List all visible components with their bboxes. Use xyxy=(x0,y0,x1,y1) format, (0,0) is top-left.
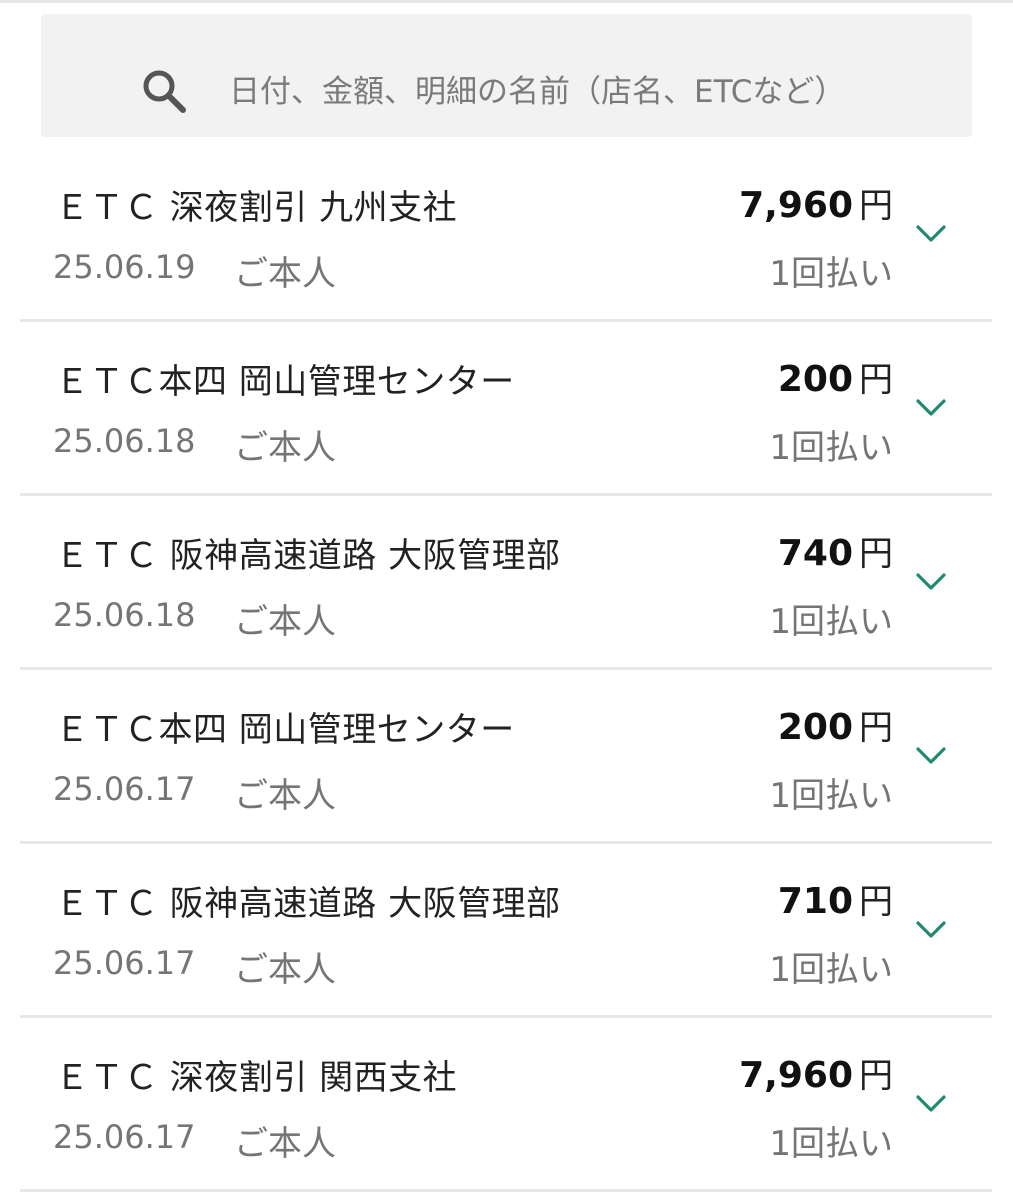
transaction-date: 25.06.17 xyxy=(53,1118,196,1156)
payment-plan: 1回払い xyxy=(769,428,893,468)
card-holder: ご本人 xyxy=(234,776,336,816)
card-holder: ご本人 xyxy=(234,1124,336,1164)
card-holder: ご本人 xyxy=(234,602,336,642)
currency-unit: 円 xyxy=(859,1056,893,1096)
transaction-date: 25.06.19 xyxy=(53,248,196,286)
chevron-down-icon[interactable] xyxy=(911,742,951,770)
merchant-name: ＥＴＣ 阪神高速道路 大阪管理部 xyxy=(55,884,561,924)
payment-plan: 1回払い xyxy=(769,950,893,990)
merchant-name: ＥＴＣ 深夜割引 関西支社 xyxy=(55,1058,458,1098)
chevron-down-icon[interactable] xyxy=(911,916,951,944)
transaction-row[interactable]: ＥＴＣ 深夜割引 九州支社 25.06.19 ご本人 7,960 円 1回払い xyxy=(0,148,1013,322)
transaction-date: 25.06.17 xyxy=(53,944,196,982)
currency-unit: 円 xyxy=(859,708,893,748)
amount: 7,960 円 xyxy=(739,1048,893,1097)
merchant-name: ＥＴＣ本四 岡山管理センター xyxy=(55,710,515,750)
transaction-date: 25.06.18 xyxy=(53,596,196,634)
card-holder: ご本人 xyxy=(234,428,336,468)
search-icon xyxy=(143,70,186,113)
amount-value: 200 xyxy=(777,359,853,400)
merchant-name: ＥＴＣ 深夜割引 九州支社 xyxy=(55,188,458,228)
chevron-down-icon[interactable] xyxy=(911,220,951,248)
currency-unit: 円 xyxy=(859,186,893,226)
merchant-name: ＥＴＣ 阪神高速道路 大阪管理部 xyxy=(55,536,561,576)
transaction-date: 25.06.17 xyxy=(53,770,196,808)
amount: 740 円 xyxy=(778,526,893,575)
payment-plan: 1回払い xyxy=(769,1124,893,1164)
currency-unit: 円 xyxy=(859,360,893,400)
merchant-name: ＥＴＣ本四 岡山管理センター xyxy=(55,362,515,402)
payment-plan: 1回払い xyxy=(769,254,893,294)
transaction-row[interactable]: ＥＴＣ 深夜割引 関西支社 25.06.17 ご本人 7,960 円 1回払い xyxy=(0,1018,1013,1192)
currency-unit: 円 xyxy=(859,882,893,922)
transaction-list: ＥＴＣ 深夜割引 九州支社 25.06.19 ご本人 7,960 円 1回払い Ｅ… xyxy=(0,148,1013,1192)
amount: 710 円 xyxy=(778,874,893,923)
search-input[interactable] xyxy=(229,64,949,120)
amount-value: 7,960 xyxy=(739,1055,853,1096)
transaction-row[interactable]: ＥＴＣ本四 岡山管理センター 25.06.17 ご本人 200 円 1回払い xyxy=(0,670,1013,844)
payment-plan: 1回払い xyxy=(769,602,893,642)
transaction-date: 25.06.18 xyxy=(53,422,196,460)
amount: 7,960 円 xyxy=(739,178,893,227)
amount-value: 7,960 xyxy=(739,185,853,226)
top-divider xyxy=(0,0,1013,3)
card-holder: ご本人 xyxy=(234,254,336,294)
transaction-row[interactable]: ＥＴＣ 阪神高速道路 大阪管理部 25.06.18 ご本人 740 円 1回払い xyxy=(0,496,1013,670)
payment-plan: 1回払い xyxy=(769,776,893,816)
amount-value: 200 xyxy=(777,707,853,748)
transaction-row[interactable]: ＥＴＣ本四 岡山管理センター 25.06.18 ご本人 200 円 1回払い xyxy=(0,322,1013,496)
search-bar[interactable] xyxy=(41,14,972,137)
chevron-down-icon[interactable] xyxy=(911,1090,951,1118)
transaction-row[interactable]: ＥＴＣ 阪神高速道路 大阪管理部 25.06.17 ご本人 710 円 1回払い xyxy=(0,844,1013,1018)
chevron-down-icon[interactable] xyxy=(911,394,951,422)
amount-value: 740 xyxy=(777,533,853,574)
amount-value: 710 xyxy=(777,881,853,922)
amount: 200 円 xyxy=(778,352,893,401)
amount: 200 円 xyxy=(778,700,893,749)
card-holder: ご本人 xyxy=(234,950,336,990)
currency-unit: 円 xyxy=(859,534,893,574)
chevron-down-icon[interactable] xyxy=(911,568,951,596)
